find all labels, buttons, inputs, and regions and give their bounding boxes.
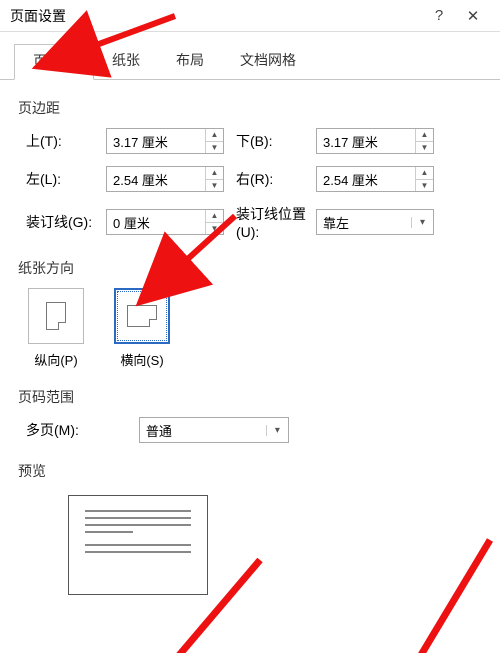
margin-right-spin[interactable]: ▲▼ [316,166,434,192]
multipage-select[interactable]: 普通 ▾ [139,417,289,443]
margin-left-spinbtns[interactable]: ▲▼ [205,167,223,191]
gutter-pos-value: 靠左 [317,213,411,232]
dialog-title: 页面设置 [10,6,422,26]
margin-bottom-spin[interactable]: ▲▼ [316,128,434,154]
tab-layout[interactable]: 布局 [158,44,222,79]
preview-page-icon [68,495,208,595]
portrait-icon [28,288,84,344]
margin-top-label: 上(T): [26,131,106,151]
gutter-label: 装订线(G): [26,212,106,232]
gutter-spin[interactable]: ▲▼ [106,209,224,235]
orientation-heading: 纸张方向 [18,258,482,278]
margins-heading: 页边距 [18,98,482,118]
landscape-icon [114,288,170,344]
gutter-input[interactable] [107,210,205,234]
pagerange-heading: 页码范围 [18,387,482,407]
margin-right-spinbtns[interactable]: ▲▼ [415,167,433,191]
margin-left-input[interactable] [107,167,205,191]
margin-top-spinbtns[interactable]: ▲▼ [205,129,223,153]
multipage-value: 普通 [140,421,266,440]
orientation-portrait-button[interactable]: 纵向(P) [28,288,84,369]
margin-right-input[interactable] [317,167,415,191]
title-bar: 页面设置 ? ✕ [0,0,500,32]
multipage-label: 多页(M): [26,420,79,440]
margin-left-spin[interactable]: ▲▼ [106,166,224,192]
portrait-label: 纵向(P) [28,350,84,369]
margins-section: 页边距 上(T): ▲▼ 下(B): ▲▼ 左(L): ▲▼ 右(R): ▲▼ … [0,80,500,240]
chevron-down-icon: ▾ [266,425,288,436]
margins-grid: 上(T): ▲▼ 下(B): ▲▼ 左(L): ▲▼ 右(R): ▲▼ 装订线(… [18,128,482,240]
orientation-landscape-button[interactable]: 横向(S) [114,288,170,369]
pagerange-section: 页码范围 多页(M): 普通 ▾ [0,369,500,443]
tab-docgrid[interactable]: 文档网格 [222,44,314,79]
preview-heading: 预览 [18,461,500,481]
margin-bottom-input[interactable] [317,129,415,153]
gutter-pos-label: 装订线位置(U): [236,204,316,240]
margin-top-input[interactable] [107,129,205,153]
margin-top-spin[interactable]: ▲▼ [106,128,224,154]
landscape-label: 横向(S) [114,350,170,369]
margin-right-label: 右(R): [236,169,316,189]
tab-margins[interactable]: 页边距 [14,44,94,80]
preview-section: 预览 [0,461,500,595]
help-button[interactable]: ? [422,7,456,24]
margin-bottom-label: 下(B): [236,131,316,151]
gutter-pos-select[interactable]: 靠左 ▾ [316,209,434,235]
margin-left-label: 左(L): [26,169,106,189]
gutter-spinbtns[interactable]: ▲▼ [205,210,223,234]
tab-paper[interactable]: 纸张 [94,44,158,79]
close-button[interactable]: ✕ [456,7,490,25]
orientation-section: 纸张方向 纵向(P) 横向(S) [0,240,500,369]
margin-bottom-spinbtns[interactable]: ▲▼ [415,129,433,153]
tab-strip: 页边距 纸张 布局 文档网格 [0,32,500,80]
chevron-down-icon: ▾ [411,217,433,228]
